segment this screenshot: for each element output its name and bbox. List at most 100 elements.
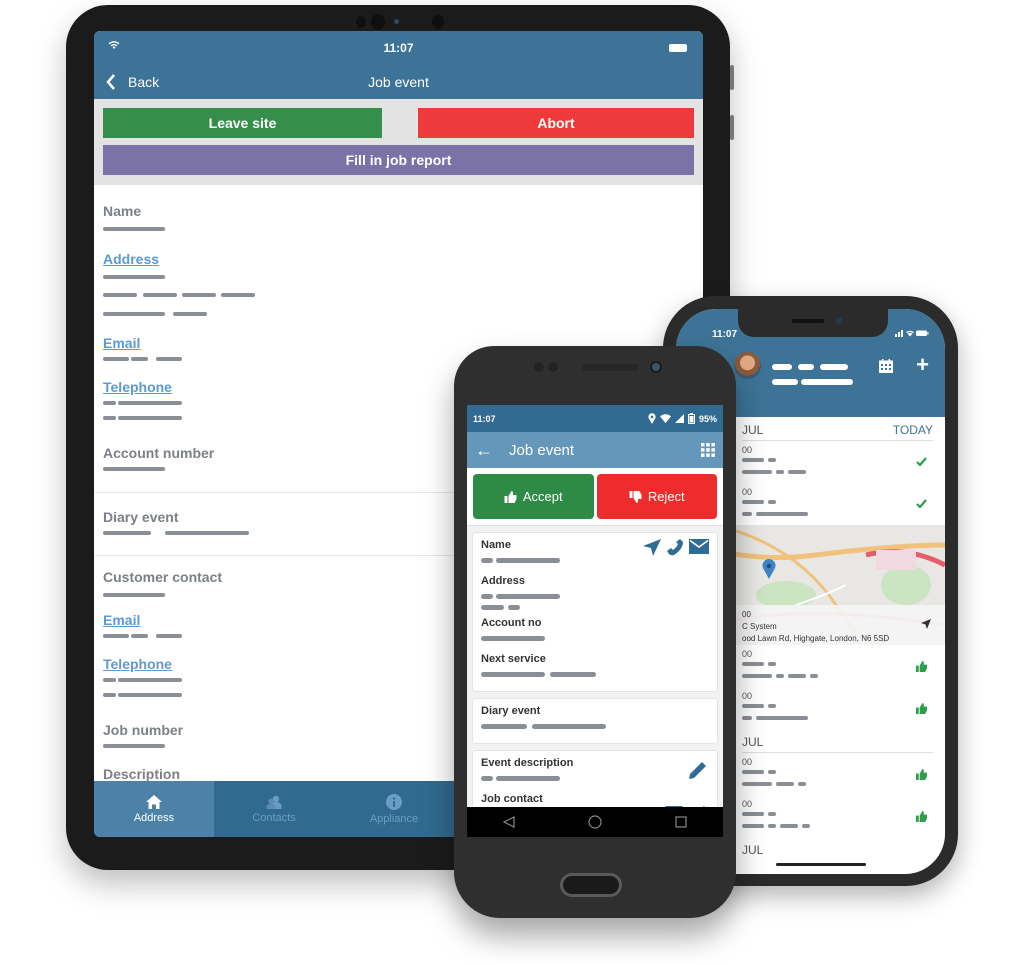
- home-circle-icon[interactable]: [588, 815, 602, 829]
- thumbs-up-icon: [916, 811, 927, 822]
- event-item[interactable]: 00: [742, 645, 933, 687]
- header-subtitle: [772, 379, 798, 385]
- status-time: 11:07: [473, 413, 496, 424]
- hardware-home-button[interactable]: [560, 873, 622, 897]
- thumbs-down-icon: [629, 490, 642, 503]
- tablet-sensor: [371, 14, 385, 30]
- phone-icon[interactable]: [667, 539, 683, 556]
- next-service-value: [481, 671, 709, 679]
- event-line: [742, 704, 764, 708]
- back-triangle-icon[interactable]: [503, 816, 515, 828]
- event-time: 00: [742, 799, 753, 809]
- back-arrow-icon[interactable]: ←: [475, 440, 493, 461]
- account-no-value: [481, 635, 709, 643]
- diary-event-date: [103, 531, 151, 535]
- chevron-left-icon: [106, 74, 115, 90]
- grid-menu-icon[interactable]: [701, 443, 715, 457]
- job-contact-label: Job contact: [481, 793, 543, 805]
- event-line: [742, 674, 772, 678]
- account-number-value: [103, 467, 165, 471]
- event-item[interactable]: 00: [742, 441, 933, 483]
- navigate-icon[interactable]: [643, 539, 661, 556]
- name-field: Name: [103, 203, 694, 251]
- address-link[interactable]: Address: [103, 251, 694, 267]
- back-button[interactable]: Back: [106, 74, 159, 90]
- leave-site-button[interactable]: Leave site: [103, 108, 382, 138]
- event-line: [742, 812, 764, 816]
- name-value: [481, 557, 709, 565]
- toolbar: ← Job event: [467, 432, 723, 468]
- accept-label: Accept: [522, 489, 563, 504]
- event-line: [742, 500, 764, 504]
- text-blob: [496, 776, 560, 781]
- text-blob: [481, 776, 493, 781]
- tab-appliance[interactable]: Appliance: [334, 781, 454, 837]
- status-icons: 95%: [648, 413, 717, 424]
- event-item[interactable]: 00: [742, 795, 933, 837]
- tab-label: Contacts: [252, 811, 296, 824]
- address-line: [182, 293, 216, 297]
- reject-button[interactable]: Reject: [596, 474, 717, 519]
- address-label: Address: [481, 575, 526, 587]
- accept-button[interactable]: Accept: [473, 474, 594, 519]
- diary-event-time: [165, 531, 249, 535]
- today-button[interactable]: TODAY: [893, 423, 933, 437]
- thumbs-up-icon: [916, 703, 927, 714]
- event-item[interactable]: 00: [742, 753, 933, 795]
- event-line: [742, 782, 772, 786]
- event-item[interactable]: 00: [742, 483, 933, 525]
- event-time: 00: [742, 757, 753, 767]
- event-time: 00: [742, 691, 753, 701]
- text-blob: [481, 558, 493, 563]
- front-camera: [650, 361, 662, 373]
- tablet-sensor: [356, 16, 366, 28]
- event-line: [756, 512, 808, 516]
- event-line: [768, 704, 776, 708]
- telephone-value: [118, 416, 182, 420]
- system-nav-bar: [467, 807, 723, 837]
- email-value: [131, 357, 148, 361]
- address-value: [481, 593, 709, 601]
- navigate-icon[interactable]: [921, 619, 931, 629]
- status-icons: [895, 329, 929, 339]
- event-time: 00: [742, 445, 753, 455]
- recents-square-icon[interactable]: [675, 816, 687, 828]
- add-event-button[interactable]: +: [916, 354, 929, 376]
- telephone-value: [118, 678, 182, 682]
- address-value: [481, 605, 709, 613]
- home-indicator[interactable]: [776, 863, 866, 866]
- abort-button[interactable]: Abort: [418, 108, 694, 138]
- status-time: 11:07: [383, 41, 414, 55]
- event-line: [756, 716, 808, 720]
- email-value: [156, 357, 182, 361]
- month-header: JUL: [742, 837, 933, 860]
- front-camera: [836, 317, 843, 324]
- tab-contacts[interactable]: Contacts: [214, 781, 334, 837]
- calendar-icon[interactable]: [879, 359, 893, 378]
- earpiece: [582, 364, 638, 371]
- header-date: [820, 364, 848, 370]
- sensor: [548, 362, 558, 372]
- diary-event-value: [481, 723, 709, 731]
- email-icon[interactable]: [689, 539, 709, 554]
- tab-address[interactable]: Address: [94, 781, 214, 837]
- page-title: Job event: [368, 74, 429, 90]
- wifi-icon: [659, 414, 671, 423]
- action-bar: Accept Reject: [467, 468, 723, 526]
- event-item[interactable]: 00: [742, 687, 933, 729]
- event-line: [802, 824, 810, 828]
- status-bar: 11:07: [94, 31, 703, 65]
- toolbar-title: Job event: [509, 441, 575, 459]
- header-subtitle: [801, 379, 853, 385]
- event-line: [742, 824, 764, 828]
- user-avatar[interactable]: [734, 352, 761, 379]
- text-blob: [481, 724, 527, 729]
- month-label: JUL: [742, 843, 764, 857]
- address-line: [103, 275, 165, 279]
- tablet-camera: [394, 19, 399, 24]
- event-line: [742, 716, 752, 720]
- fill-job-report-button[interactable]: Fill in job report: [103, 145, 694, 175]
- month-header: JUL TODAY: [742, 417, 933, 441]
- next-service-label: Next service: [481, 653, 546, 665]
- text-blob: [481, 605, 504, 610]
